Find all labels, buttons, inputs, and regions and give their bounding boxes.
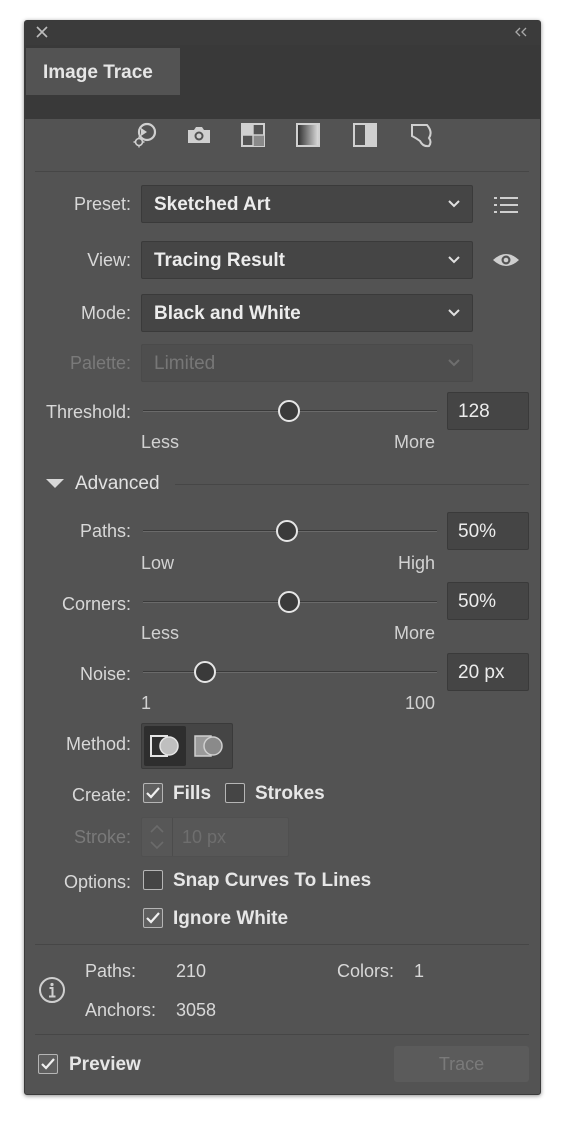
paths-field[interactable]: 50%	[447, 512, 529, 550]
noise-field[interactable]: 20 px	[447, 653, 529, 691]
checkmark-icon	[41, 1058, 55, 1070]
corners-field[interactable]: 50%	[447, 582, 529, 620]
create-label: Create:	[71, 785, 131, 805]
corners-min-label: Less	[141, 623, 180, 643]
trace-button[interactable]: Trace	[394, 1046, 529, 1082]
mode-label: Mode:	[80, 303, 131, 323]
collapse-icon[interactable]	[514, 27, 528, 37]
chevron-down-icon	[448, 309, 460, 317]
method-overlapping-button[interactable]	[188, 726, 230, 766]
paths-value: 50%	[458, 521, 497, 542]
mode-dropdown[interactable]: Black and White	[141, 294, 473, 332]
method-abutting-button[interactable]	[144, 726, 186, 766]
divider	[35, 1034, 529, 1035]
corners-slider-handle[interactable]	[278, 591, 300, 613]
chevron-down-icon	[448, 256, 460, 264]
corners-label: Corners:	[61, 594, 131, 614]
method-segmented-control	[141, 723, 233, 769]
strokes-checkbox[interactable]	[225, 783, 245, 803]
palette-value: Limited	[154, 353, 216, 374]
strokes-label: Strokes	[255, 783, 325, 804]
abutting-method-icon	[150, 735, 179, 757]
threshold-min-label: Less	[141, 432, 180, 452]
paths-label: Paths:	[79, 521, 131, 541]
method-label: Method:	[65, 734, 131, 754]
noise-min-label: 1	[141, 693, 152, 713]
paths-min-label: Low	[141, 553, 175, 573]
stepper-arrows-icon	[150, 824, 164, 850]
paths-count-label: Paths:	[85, 961, 137, 981]
triangle-down-icon	[46, 479, 64, 488]
noise-max-label: 100	[404, 693, 435, 713]
overlapping-method-icon	[194, 735, 223, 757]
trace-button-label: Trace	[438, 1054, 485, 1074]
colors-count-label: Colors:	[337, 961, 395, 981]
palette-dropdown: Limited	[141, 344, 473, 382]
threshold-max-label: More	[393, 432, 435, 452]
mode-value: Black and White	[154, 303, 301, 324]
ignore-white-checkbox[interactable]	[143, 908, 163, 928]
divider	[35, 944, 529, 945]
view-value: Tracing Result	[154, 250, 285, 271]
noise-slider-track[interactable]	[143, 671, 437, 673]
anchors-count-label: Anchors:	[85, 1000, 157, 1020]
threshold-slider-handle[interactable]	[278, 400, 300, 422]
threshold-label: Threshold:	[45, 402, 131, 422]
noise-label: Noise:	[79, 664, 131, 684]
image-trace-panel: Image Trace Preset: Sketched Art View: T…	[24, 20, 541, 1095]
colors-count-value: 1	[414, 961, 425, 981]
fills-checkbox[interactable]	[143, 783, 163, 803]
grayscale-icon[interactable]	[291, 118, 325, 152]
paths-slider-handle[interactable]	[276, 520, 298, 542]
tab-image-trace[interactable]: Image Trace	[26, 48, 180, 95]
outline-icon[interactable]	[405, 118, 439, 152]
auto-color-icon[interactable]	[128, 118, 162, 152]
palette-label: Palette:	[69, 353, 131, 373]
black-and-white-icon[interactable]	[348, 118, 382, 152]
view-label: View:	[87, 250, 131, 270]
snap-curves-label: Snap Curves To Lines	[173, 870, 372, 891]
preview-checkbox[interactable]	[38, 1054, 58, 1074]
checkmark-icon	[146, 912, 160, 924]
chevron-down-icon	[448, 359, 460, 367]
view-dropdown[interactable]: Tracing Result	[141, 241, 473, 279]
presets-menu-icon[interactable]	[492, 194, 520, 216]
eye-icon[interactable]	[491, 249, 521, 271]
paths-count-value: 210	[176, 961, 207, 981]
high-color-icon[interactable]	[182, 118, 216, 152]
info-icon[interactable]	[38, 976, 66, 1004]
paths-max-label: High	[397, 553, 435, 573]
advanced-label: Advanced	[75, 473, 160, 494]
preset-dropdown[interactable]: Sketched Art	[141, 185, 473, 223]
divider	[35, 171, 529, 172]
preview-label: Preview	[69, 1054, 141, 1075]
threshold-field[interactable]: 128	[447, 392, 529, 430]
stroke-value: 10 px	[182, 827, 227, 847]
noise-value: 20 px	[458, 662, 505, 683]
anchors-count-value: 3058	[176, 1000, 217, 1020]
tab-label: Image Trace	[43, 62, 153, 83]
noise-slider-handle[interactable]	[194, 661, 216, 683]
divider	[175, 484, 529, 485]
corners-value: 50%	[458, 591, 497, 612]
snap-curves-checkbox[interactable]	[143, 870, 163, 890]
panel-titlebar	[25, 21, 540, 45]
threshold-value: 128	[458, 401, 490, 422]
preset-value: Sketched Art	[154, 194, 271, 215]
preset-label: Preset:	[73, 194, 131, 214]
ignore-white-label: Ignore White	[173, 908, 289, 929]
stroke-label: Stroke:	[73, 827, 131, 847]
options-label: Options:	[63, 872, 131, 892]
low-color-icon[interactable]	[236, 118, 270, 152]
close-icon[interactable]	[35, 25, 49, 39]
stroke-stepper: 10 px	[141, 817, 289, 857]
corners-max-label: More	[393, 623, 435, 643]
chevron-down-icon	[448, 200, 460, 208]
checkmark-icon	[146, 787, 160, 799]
fills-label: Fills	[173, 783, 212, 804]
